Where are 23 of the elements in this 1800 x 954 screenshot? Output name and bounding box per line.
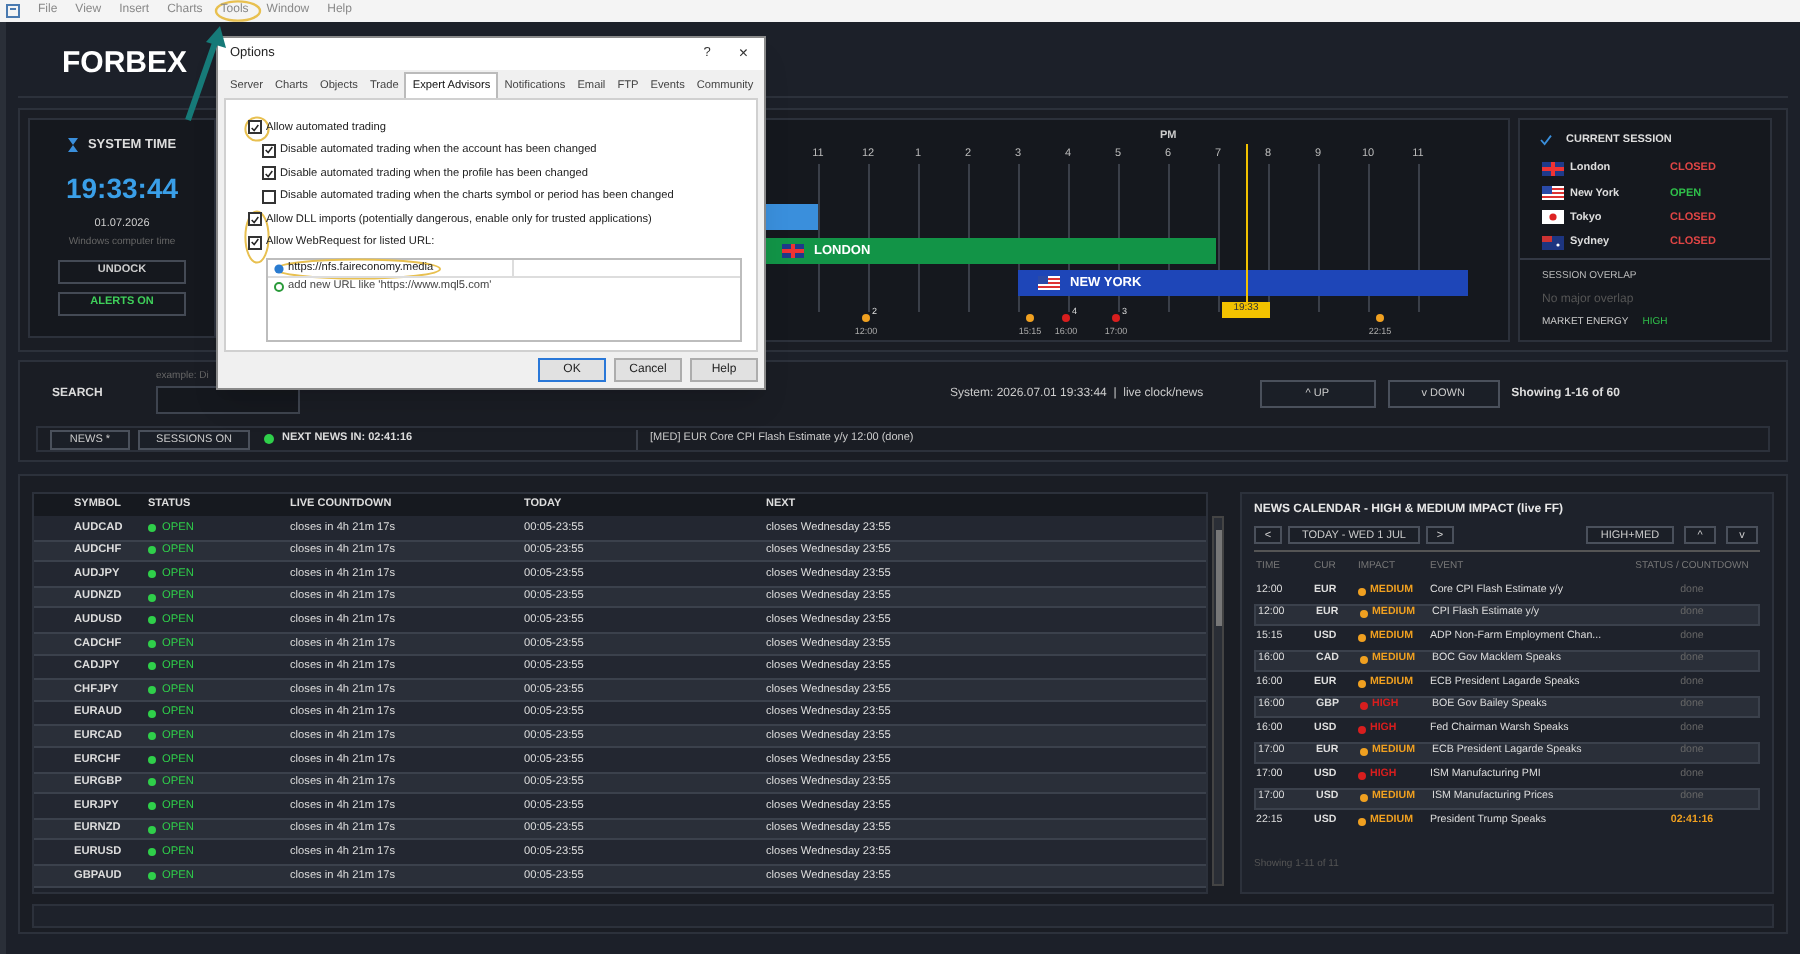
checkbox[interactable]: [248, 212, 262, 227]
flag-icon: [1542, 235, 1564, 250]
checkbox[interactable]: [262, 143, 276, 158]
flag-icon: [1542, 186, 1564, 201]
globe-icon: [274, 263, 284, 273]
check-icon: [1540, 134, 1552, 147]
close-button[interactable]: ×: [738, 42, 748, 66]
flag-icon: [1038, 276, 1060, 290]
checkbox[interactable]: [248, 120, 262, 135]
highlight-ellipse: [244, 210, 270, 264]
hourglass-icon: [67, 138, 78, 153]
flag-icon: [1542, 161, 1564, 176]
flag-icon: [782, 244, 804, 258]
clock-time: 19:33:44: [65, 169, 179, 208]
checkbox[interactable]: [262, 189, 276, 204]
app-icon: [6, 4, 20, 18]
brand-title: FORBEX: [62, 44, 188, 85]
highlight-ellipse: [214, 0, 262, 22]
flag-icon: [1542, 210, 1564, 225]
checkbox[interactable]: [262, 166, 276, 181]
highlight-ellipse: [244, 116, 270, 142]
add-icon: [274, 282, 284, 292]
checkbox[interactable]: [248, 235, 262, 250]
